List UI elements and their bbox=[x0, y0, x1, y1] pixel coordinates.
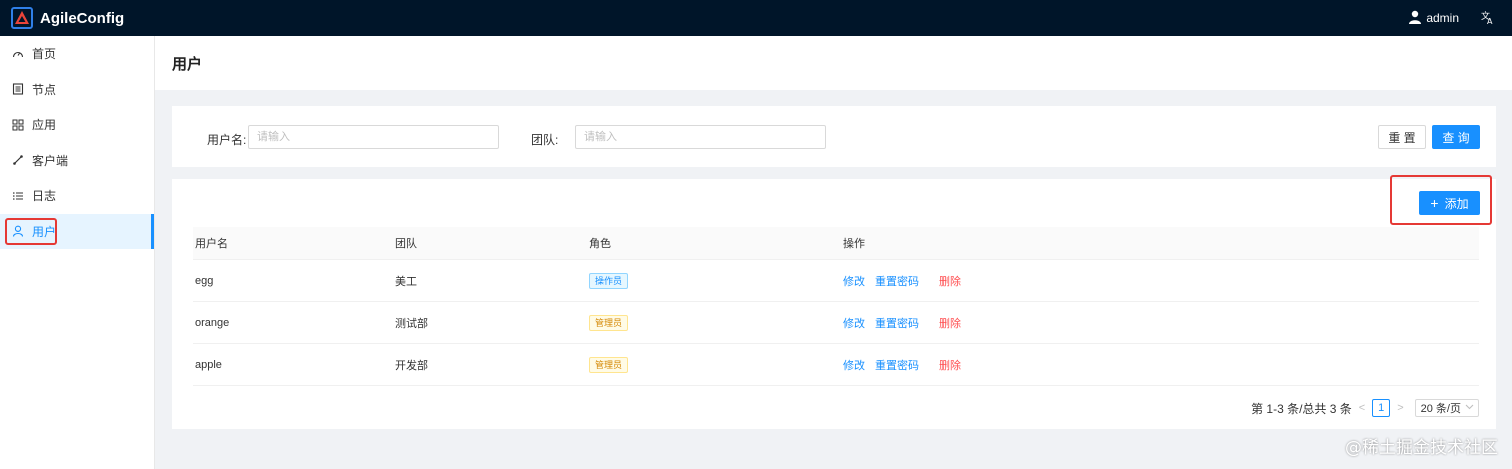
cell-team: 开发部 bbox=[395, 359, 428, 372]
role-tag: 管理员 bbox=[589, 356, 629, 373]
column-header-role: 角色 bbox=[589, 238, 611, 250]
highlight-box-users-menu bbox=[5, 218, 57, 245]
user-table-card: + 添加 用户名 团队 角色 操作 egg 美工 操作员 修改 重置密码 删除 or… bbox=[172, 179, 1496, 429]
sidebar-item-label: 节点 bbox=[32, 82, 57, 97]
log-list-icon bbox=[12, 190, 24, 202]
chevron-down-icon bbox=[1465, 402, 1474, 414]
reset-password-link[interactable]: 重置密码 bbox=[875, 276, 919, 288]
page-header: 用户 bbox=[155, 36, 1512, 90]
svg-text:A: A bbox=[1487, 17, 1493, 24]
sidebar-item-logs[interactable]: 日志 bbox=[0, 178, 154, 214]
pagination-summary: 第 1-3 条/总共 3 条 bbox=[1251, 401, 1352, 416]
query-button[interactable]: 查 询 bbox=[1432, 125, 1480, 149]
highlight-box-add-button bbox=[1390, 175, 1492, 225]
sidebar-menu: 首页 节点 应用 客户端 日志 用户 bbox=[0, 36, 155, 469]
page-size-value: 20 条/页 bbox=[1420, 403, 1461, 415]
delete-link[interactable]: 删除 bbox=[939, 318, 961, 330]
translate-icon[interactable]: 文 A bbox=[1481, 10, 1495, 27]
cell-username: orange bbox=[195, 316, 230, 329]
role-tag: 管理员 bbox=[589, 314, 629, 331]
pagination: 第 1-3 条/总共 3 条 < 1 > 20 条/页 bbox=[1251, 399, 1479, 417]
sidebar-item-apps[interactable]: 应用 bbox=[0, 107, 154, 143]
delete-link[interactable]: 删除 bbox=[939, 360, 961, 372]
reset-password-link[interactable]: 重置密码 bbox=[875, 360, 919, 372]
top-navbar: AgileConfig admin 文 A bbox=[0, 0, 1512, 36]
edit-link[interactable]: 修改 bbox=[843, 360, 865, 372]
sidebar-item-clients[interactable]: 客户端 bbox=[0, 143, 154, 179]
reset-password-link[interactable]: 重置密码 bbox=[875, 318, 919, 330]
column-header-actions: 操作 bbox=[843, 238, 865, 250]
edit-link[interactable]: 修改 bbox=[843, 276, 865, 288]
cell-username: egg bbox=[195, 274, 214, 287]
page-title: 用户 bbox=[172, 55, 203, 73]
sidebar-item-label: 首页 bbox=[32, 47, 57, 62]
sidebar-item-nodes[interactable]: 节点 bbox=[0, 72, 154, 108]
team-search-input[interactable] bbox=[575, 125, 826, 149]
watermark-text: @稀土掘金技术社区 bbox=[1345, 438, 1498, 458]
cell-username: apple bbox=[195, 358, 222, 371]
sidebar-item-label: 客户端 bbox=[32, 153, 69, 168]
node-list-icon bbox=[12, 83, 24, 95]
cell-team: 美工 bbox=[395, 275, 417, 288]
user-menu[interactable]: admin bbox=[1408, 10, 1459, 27]
team-label: 团队: bbox=[531, 133, 559, 147]
next-page-icon[interactable]: > bbox=[1397, 402, 1403, 414]
cell-team: 测试部 bbox=[395, 317, 428, 330]
app-logo[interactable]: AgileConfig bbox=[11, 7, 124, 29]
edit-link[interactable]: 修改 bbox=[843, 318, 865, 330]
client-link-icon bbox=[12, 154, 24, 166]
user-table: 用户名 团队 角色 操作 egg 美工 操作员 修改 重置密码 删除 orange … bbox=[193, 227, 1479, 386]
username-search-input[interactable] bbox=[248, 125, 499, 149]
role-tag: 操作员 bbox=[589, 272, 629, 289]
sidebar-item-label: 应用 bbox=[32, 118, 57, 133]
column-header-team: 团队 bbox=[395, 238, 417, 250]
dashboard-icon bbox=[12, 48, 24, 60]
column-header-username: 用户名 bbox=[195, 238, 228, 250]
apps-grid-icon bbox=[12, 119, 24, 131]
reset-button[interactable]: 重 置 bbox=[1378, 125, 1426, 149]
username-label: 用户名: bbox=[207, 133, 247, 147]
app-name: AgileConfig bbox=[40, 9, 125, 27]
table-row: apple 开发部 管理员 修改 重置密码 删除 bbox=[193, 344, 1479, 386]
page-number-button[interactable]: 1 bbox=[1372, 399, 1391, 417]
search-form: 用户名: 团队: 重 置 查 询 bbox=[172, 106, 1496, 167]
prev-page-icon[interactable]: < bbox=[1359, 402, 1365, 414]
user-icon bbox=[1408, 10, 1422, 27]
agileconfig-logo-icon bbox=[11, 7, 33, 29]
table-row: orange 测试部 管理员 修改 重置密码 删除 bbox=[193, 302, 1479, 344]
table-header: 用户名 团队 角色 操作 bbox=[193, 227, 1479, 260]
sidebar-item-home[interactable]: 首页 bbox=[0, 36, 154, 72]
delete-link[interactable]: 删除 bbox=[939, 276, 961, 288]
user-name: admin bbox=[1426, 11, 1459, 25]
sidebar-item-label: 日志 bbox=[32, 189, 57, 204]
page-size-select[interactable]: 20 条/页 bbox=[1414, 399, 1479, 417]
table-row: egg 美工 操作员 修改 重置密码 删除 bbox=[193, 260, 1479, 302]
